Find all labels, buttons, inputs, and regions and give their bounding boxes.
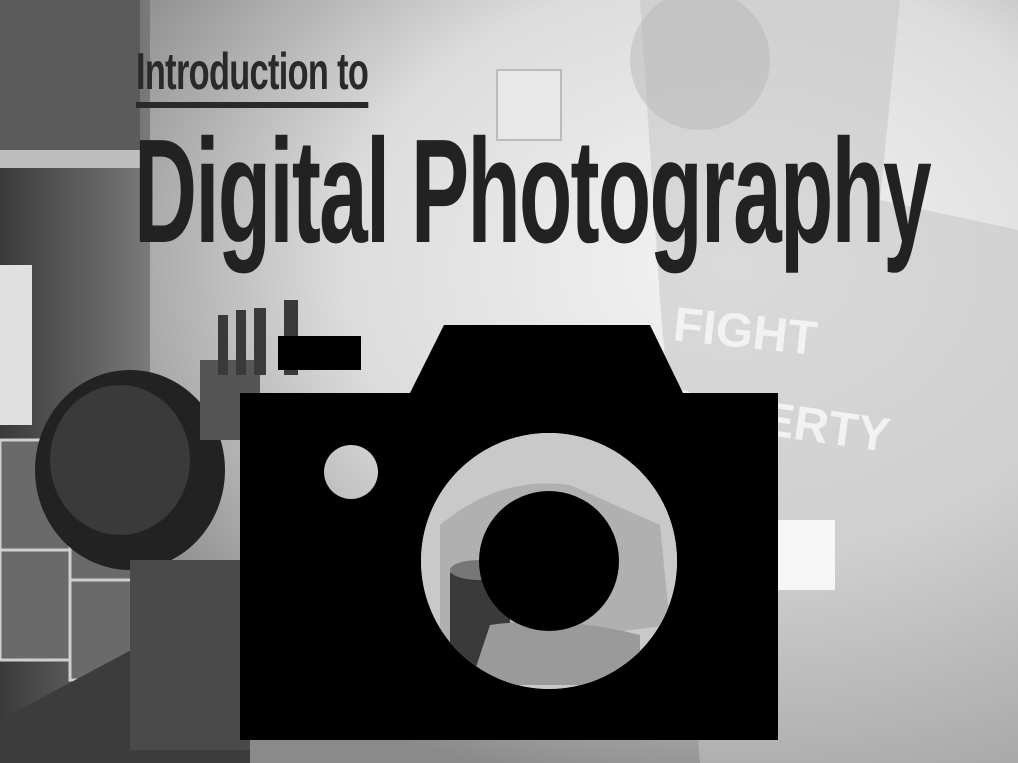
title-slide: FIGHT POVERTY Introduction to Digital Ph…	[0, 0, 1018, 763]
camera-icon	[240, 325, 778, 740]
slide-title: Digital Photography	[134, 109, 932, 274]
slide-subtitle: Introduction to	[136, 42, 369, 108]
